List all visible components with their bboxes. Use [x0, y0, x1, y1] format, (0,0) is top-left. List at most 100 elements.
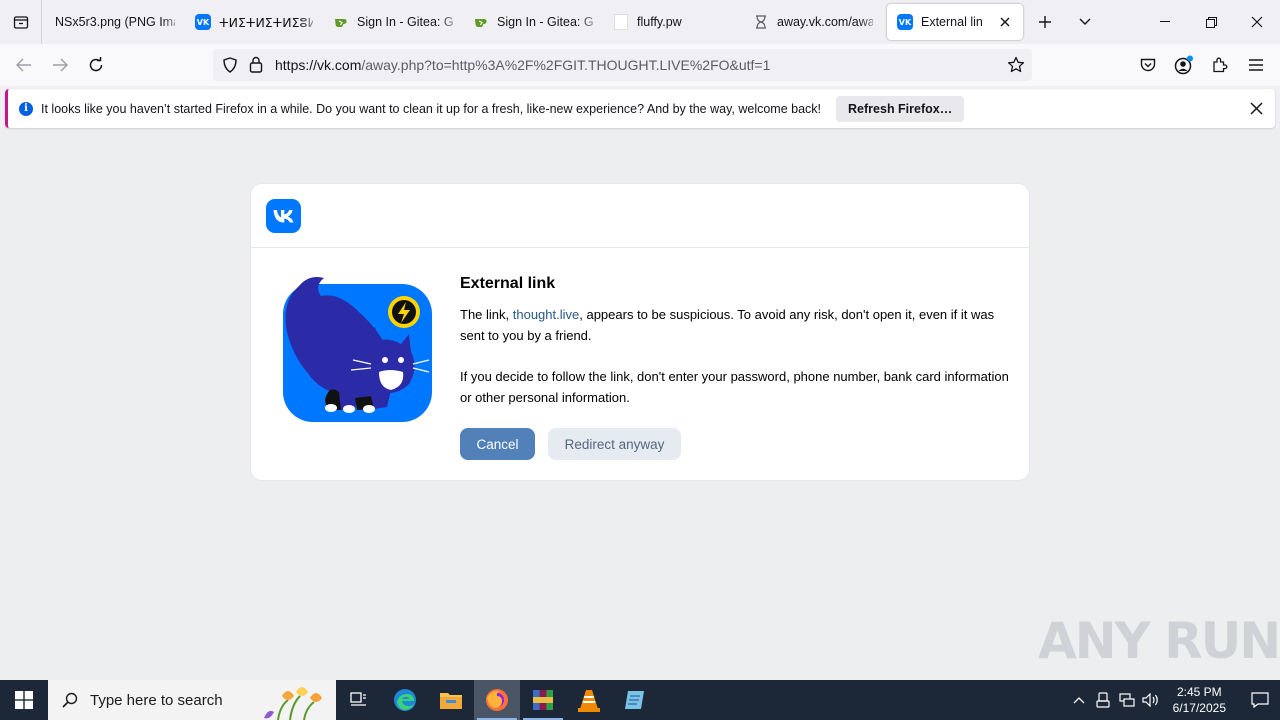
hourglass-icon [753, 14, 769, 30]
action-center-button[interactable] [1240, 680, 1280, 720]
show-hidden-icons-button[interactable] [1067, 680, 1091, 720]
notification-speech-bubble-icon [1251, 692, 1269, 708]
navigation-toolbar: https://vk.com/away.php?to=http%3A%2F%2F… [0, 44, 1280, 86]
taskbar-clock[interactable]: 2:45 PM 6/17/2025 [1173, 684, 1226, 716]
edge-taskbar-button[interactable] [382, 680, 428, 720]
vlc-cone-icon [578, 690, 600, 712]
vk-logo-icon [273, 209, 293, 222]
notepad-taskbar-button[interactable] [612, 680, 658, 720]
tab-3[interactable]: Sign In - Gitea: Git [323, 4, 463, 40]
back-button[interactable] [6, 49, 42, 81]
account-avatar-icon [1174, 55, 1193, 75]
forward-arrow-icon [53, 58, 68, 72]
hamburger-menu-icon [1249, 59, 1263, 71]
page-content: External link The link, thought.live, ap… [0, 130, 1280, 680]
close-window-button[interactable] [1234, 0, 1280, 44]
tab-1[interactable]: NSx5r3.png (PNG Imag [45, 4, 185, 40]
bookmark-star-icon[interactable] [1007, 56, 1025, 74]
system-tray: 2:45 PM 6/17/2025 [1067, 680, 1280, 720]
new-tab-button[interactable] [1025, 4, 1065, 40]
redirect-anyway-button[interactable]: Redirect anyway [548, 428, 681, 460]
gitea-icon [333, 14, 349, 30]
search-placeholder: Type here to search [90, 691, 223, 709]
url-bar[interactable]: https://vk.com/away.php?to=http%3A%2F%2F… [213, 49, 1032, 81]
list-all-tabs-button[interactable] [0, 0, 42, 44]
blank-page-icon [613, 14, 629, 30]
usb-device-button[interactable] [1091, 680, 1115, 720]
gitea-icon [473, 14, 489, 30]
tab-2[interactable]: VK ⵜⵍⵉⵜⵍⵉⵜⵍⵉⵓⵍ◯ⵛ [185, 4, 323, 40]
external-link-card: External link The link, thought.live, ap… [250, 183, 1030, 481]
clock-date: 6/17/2025 [1172, 701, 1226, 715]
winrar-taskbar-button[interactable] [520, 680, 566, 720]
extensions-button[interactable] [1202, 49, 1238, 81]
account-button[interactable] [1166, 49, 1202, 81]
start-button[interactable] [0, 680, 48, 720]
vk-icon: VK [195, 14, 211, 30]
clock-time: 2:45 PM [1176, 685, 1222, 699]
tracking-protection-shield-icon[interactable] [222, 57, 238, 73]
tab-title: NSx5r3.png (PNG Imag [55, 15, 175, 29]
minimize-button[interactable] [1142, 0, 1188, 44]
warning-text: The link, thought.live, appears to be su… [460, 304, 1020, 346]
pocket-button[interactable] [1130, 49, 1166, 81]
volume-button[interactable] [1139, 680, 1163, 720]
tab-strip: NSx5r3.png (PNG Imag VK ⵜⵍⵉⵜⵍⵉⵜⵍⵉⵓⵍ◯ⵛ Si… [0, 0, 1280, 44]
winrar-archive-icon [533, 690, 553, 710]
file-explorer-taskbar-button[interactable] [428, 680, 474, 720]
watermark-text: ANY RUN [1038, 612, 1280, 670]
tulip-flowers-icon [264, 687, 322, 720]
plus-icon [1039, 16, 1051, 28]
task-view-button[interactable] [336, 680, 382, 720]
close-icon [1251, 16, 1263, 28]
vlc-taskbar-button[interactable] [566, 680, 612, 720]
chevron-up-icon [1073, 697, 1085, 704]
tab-title: fluffy.pw [637, 15, 682, 29]
firefox-taskbar-button[interactable] [474, 680, 520, 720]
edge-browser-icon [394, 689, 416, 711]
card-body: External link The link, thought.live, ap… [460, 275, 1020, 460]
puzzle-piece-icon [1213, 57, 1228, 73]
reload-button[interactable] [78, 49, 114, 81]
chevron-down-icon [1079, 18, 1091, 25]
cancel-button[interactable]: Cancel [460, 428, 535, 460]
suspicious-link[interactable]: thought.live [513, 307, 580, 322]
folder-icon [440, 693, 462, 709]
task-view-icon [350, 692, 366, 706]
network-button[interactable] [1115, 680, 1139, 720]
info-icon: i [19, 101, 33, 116]
forward-button[interactable] [42, 49, 78, 81]
tab-title: External link [921, 15, 983, 29]
anyrun-watermark: ANY RUN [1038, 612, 1280, 670]
tab-4[interactable]: Sign In - Gitea: Git [463, 4, 603, 40]
url-text[interactable]: https://vk.com/away.php?to=http%3A%2F%2F… [275, 57, 770, 73]
tab-5[interactable]: fluffy.pw [603, 4, 743, 40]
reload-icon [89, 57, 103, 72]
windows-logo-icon [15, 691, 33, 709]
page-title: External link [460, 275, 556, 292]
speaker-icon [1142, 693, 1158, 707]
warning-text-start: The link, [460, 307, 513, 322]
close-icon [1249, 101, 1263, 115]
advice-text: If you decide to follow the link, don't … [460, 369, 1009, 405]
warning-cat-illustration [283, 277, 432, 422]
close-icon [1000, 17, 1010, 27]
network-icon [1119, 693, 1135, 707]
app-menu-button[interactable] [1238, 49, 1274, 81]
close-notification-button[interactable] [1247, 99, 1265, 117]
list-tabs-dropdown[interactable] [1065, 4, 1105, 40]
back-arrow-icon [16, 58, 31, 72]
vk-logo[interactable] [266, 198, 301, 233]
close-tab-button[interactable] [997, 13, 1013, 31]
url-domain: https://vk.com [275, 57, 362, 73]
tab-list-icon [13, 16, 28, 29]
lock-icon[interactable] [249, 56, 263, 73]
url-path: /away.php?to=http%3A%2F%2FGIT.THOUGHT.LI… [361, 57, 771, 73]
vk-icon: VK [897, 14, 913, 30]
tab-active-external-link[interactable]: VK External link [887, 4, 1023, 40]
taskbar-search-box[interactable]: Type here to search [48, 680, 336, 720]
tab-6[interactable]: away.vk.com/away [743, 4, 883, 40]
notification-message: It looks like you haven’t started Firefo… [41, 101, 822, 116]
refresh-firefox-button[interactable]: Refresh Firefox… [836, 95, 965, 122]
restore-button[interactable] [1188, 0, 1234, 44]
